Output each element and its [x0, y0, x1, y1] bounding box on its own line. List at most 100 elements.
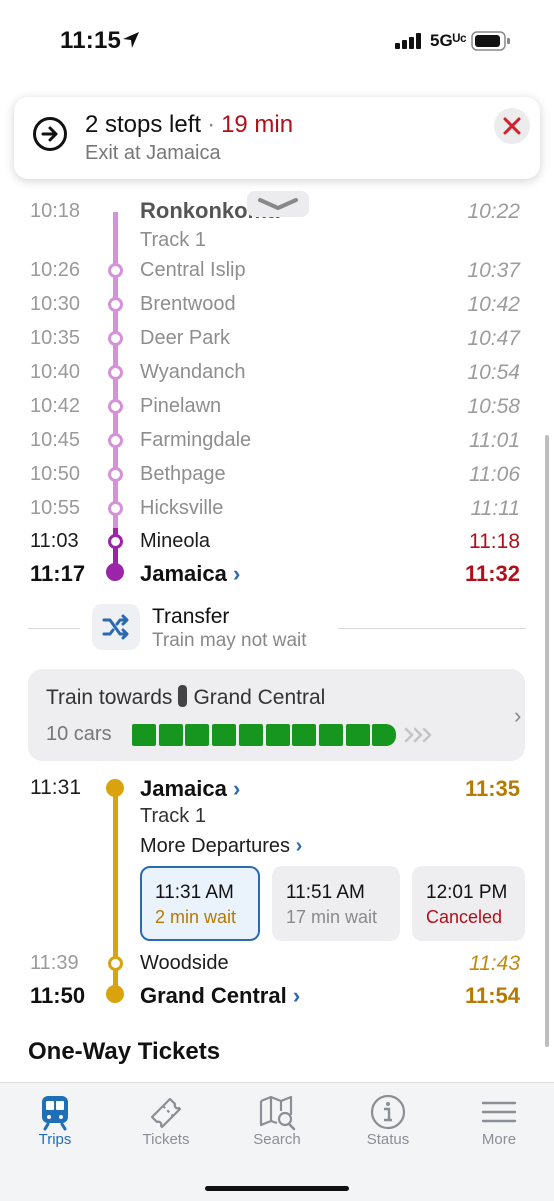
stop-depart-time: 10:50 — [30, 463, 81, 485]
tab-label: More — [481, 1131, 517, 1148]
train-direction: Train towards Grand Central — [46, 685, 325, 710]
stop-dot — [108, 956, 123, 971]
close-button[interactable] — [494, 108, 530, 144]
train-car — [132, 724, 156, 746]
stop-dot — [108, 501, 123, 516]
menu-icon — [481, 1101, 517, 1123]
section-heading: One-Way Tickets — [28, 1038, 221, 1065]
departure-option[interactable]: 12:01 PM Canceled — [412, 866, 525, 941]
stops-left-label: 2 stops left — [85, 111, 202, 138]
tab-trips[interactable]: Trips — [0, 1083, 110, 1163]
network-type: 5Gᵁᶜ — [430, 31, 467, 50]
tab-tickets[interactable]: Tickets — [111, 1083, 221, 1163]
train-info-card[interactable]: Train towards Grand Central 10 cars › — [28, 669, 525, 761]
stop-depart-time: 11:17 — [30, 561, 86, 586]
stop-depart-time: 10:35 — [30, 327, 81, 349]
divider — [338, 628, 526, 629]
departure-time: 11:51 AM — [286, 882, 365, 903]
tab-more[interactable]: More — [444, 1083, 554, 1163]
stop-depart-time: 10:40 — [30, 361, 81, 383]
battery-icon — [471, 31, 510, 51]
stop-station: Woodside — [140, 952, 229, 974]
trip-progress-banner[interactable]: 2 stops left · 19 min Exit at Jamaica — [14, 97, 540, 179]
transfer-title: Transfer — [152, 605, 230, 628]
tab-label: Status — [366, 1131, 410, 1148]
stop-arrive-time: 11:35 — [464, 776, 520, 801]
stop-arrive-time: 11:11 — [470, 497, 520, 520]
divider — [28, 628, 80, 629]
stop-dot — [108, 263, 123, 278]
cellular-signal-icon — [395, 33, 421, 49]
stop-depart-time: 11:03 — [30, 530, 79, 552]
stop-depart-time: 11:39 — [30, 952, 79, 974]
stop-depart-time: 10:30 — [30, 293, 81, 315]
train-car — [318, 724, 343, 746]
stop-arrive-time: 11:32 — [464, 561, 520, 586]
stop-arrive-time: 10:22 — [467, 200, 520, 223]
departure-option[interactable]: 11:31 AM 2 min wait — [140, 866, 260, 941]
separator-dot: · — [207, 111, 216, 138]
map-search-icon — [259, 1095, 296, 1131]
departure-wait: 17 min wait — [286, 907, 378, 927]
train-direction-chevrons-icon — [404, 727, 432, 743]
train-car-icon — [178, 685, 188, 707]
stop-dot — [108, 433, 123, 448]
stop-station: Mineola — [140, 530, 211, 552]
home-indicator — [205, 1186, 349, 1191]
stop-arrive-time: 11:01 — [469, 429, 520, 452]
train-car — [212, 724, 237, 746]
stop-depart-time: 10:26 — [30, 259, 81, 281]
tab-bar: Trips Tickets Search Status More — [0, 1082, 554, 1201]
stop-track: Track 1 — [140, 805, 206, 827]
stop-station-link[interactable]: Jamaica › — [140, 776, 240, 802]
chevron-down-icon — [258, 198, 298, 210]
train-car — [345, 724, 370, 746]
transfer-subtitle: Train may not wait — [152, 630, 307, 651]
stop-station: Hicksville — [140, 497, 224, 519]
stop-dot — [106, 985, 124, 1003]
exit-station-text: Exit at Jamaica — [85, 142, 221, 164]
stop-station-link[interactable]: Grand Central › — [140, 983, 300, 1009]
tab-search[interactable]: Search — [222, 1083, 332, 1163]
train-car — [265, 724, 290, 746]
train-car — [292, 724, 317, 746]
stop-station: Farmingdale — [140, 429, 252, 451]
cars-count: 10 cars — [46, 723, 112, 745]
collapse-handle[interactable] — [247, 191, 309, 217]
tab-label: Trips — [38, 1131, 72, 1148]
train-car — [185, 724, 210, 746]
stop-depart-time: 10:18 — [30, 200, 81, 222]
stop-station: Wyandanch — [140, 361, 246, 383]
chevron-right-icon: › — [514, 703, 522, 728]
tab-status[interactable]: Status — [333, 1083, 443, 1163]
departure-option[interactable]: 11:51 AM 17 min wait — [272, 866, 400, 941]
stop-station: Deer Park — [140, 327, 231, 349]
scrollbar[interactable] — [545, 435, 549, 1047]
stop-arrive-time: 10:47 — [467, 327, 520, 350]
stop-dot — [106, 779, 124, 797]
location-arrow-icon — [123, 32, 139, 48]
shuffle-icon — [92, 604, 140, 650]
train-car — [372, 724, 397, 746]
train-direction-prefix: Train towards — [46, 686, 173, 709]
stop-dot — [108, 297, 123, 312]
departure-time: 12:01 PM — [426, 882, 508, 903]
stop-depart-time: 10:45 — [30, 429, 81, 451]
stop-arrive-time: 11:43 — [469, 952, 520, 975]
tab-label: Tickets — [142, 1131, 190, 1148]
tab-label: Search — [253, 1131, 301, 1148]
more-departures-link[interactable]: More Departures › — [140, 835, 302, 858]
train-car — [238, 724, 263, 746]
stop-station-link[interactable]: Jamaica › — [140, 561, 240, 587]
stop-depart-time: 11:50 — [30, 983, 86, 1008]
train-car — [158, 724, 183, 746]
stop-station: Pinelawn — [140, 395, 222, 417]
departure-wait: 2 min wait — [155, 907, 237, 927]
stop-depart-time: 10:55 — [30, 497, 81, 519]
train-destination: Grand Central — [193, 686, 326, 709]
stop-dot — [108, 534, 123, 549]
stop-arrive-time: 11:06 — [469, 463, 520, 486]
stop-depart-time: 10:42 — [30, 395, 81, 417]
close-icon — [503, 117, 521, 135]
status-bar: 11:15 5Gᵁᶜ — [0, 0, 554, 80]
